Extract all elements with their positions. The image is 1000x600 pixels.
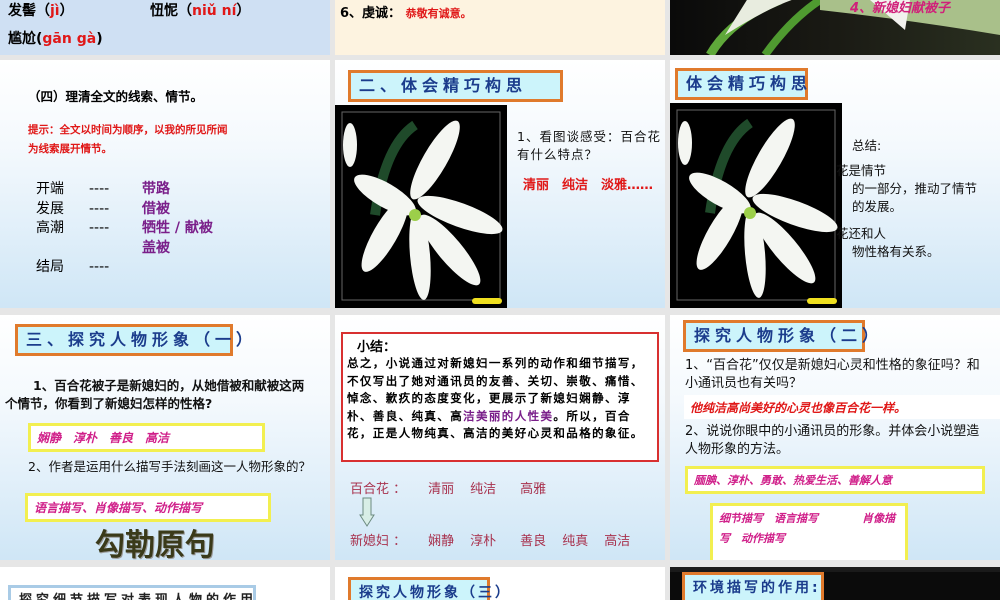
plot-stage: 结局: [36, 259, 64, 275]
plot-stage: 高潮: [36, 220, 64, 236]
summary-line: 的一部分，推动了情节: [852, 181, 978, 196]
lily-image: [335, 105, 507, 308]
hint-line-2: 为线索展开情节。: [28, 143, 112, 155]
slide-title: 探究人物形象（三）: [348, 577, 509, 600]
lily-icon: [676, 109, 838, 304]
vocab-line-1: 发髻（jì）: [8, 3, 74, 19]
slide-thumbnail-conclusion[interactable]: 小结： 总之，小说通过对新媳妇一系列的动作和细节描写，不仅写出了她对通讯员的友善…: [335, 315, 665, 560]
answer-1-band: 他纯洁高尚美好的心灵也像百合花一样。: [684, 395, 1000, 419]
plot-row: 开端 ---- 带路: [36, 180, 286, 200]
slide-thumbnail-definition[interactable]: 6、虔诚： 恭敬有诚意。: [335, 0, 665, 55]
plot-dash: ----: [89, 220, 110, 236]
conclusion-text: 总之，小说通过对新媳妇一系列的动作和细节描写，不仅写出了她对通讯员的友善、关切、…: [347, 356, 644, 440]
conclusion-box: 小结： 总之，小说通过对新媳妇一系列的动作和细节描写，不仅写出了她对通讯员的友善…: [341, 332, 659, 462]
plot-list: 开端 ---- 带路发展 ---- 借被高潮 ---- 牺牲 / 献被 盖被结局 ----: [36, 180, 286, 278]
down-arrow-icon: [359, 497, 375, 527]
photo-caption: 4、新媳妇献被子: [850, 1, 951, 16]
plot-row: 高潮 ---- 牺牲 / 献被: [36, 219, 286, 239]
slide-thumbnail-environment[interactable]: 环境描写的作用:: [670, 567, 1000, 600]
slide-title: 环境描写的作用:: [682, 572, 824, 600]
plot-row: 发展 ---- 借被: [36, 200, 286, 220]
answer-3-box: 细节描写 语言描写 肖像描写 动作描写: [710, 503, 908, 560]
wife-traits-row: 新媳妇 ：娴静 淳朴 善良 纯真 高洁: [350, 534, 631, 549]
vocab-line-2: 忸怩（niǔ ní）: [150, 3, 251, 19]
plot-event: 借被: [142, 200, 170, 217]
plot-row: 结局 ----: [36, 258, 286, 278]
question-1: 1、百合花被子是新媳妇的，从她借被和献被这两个情节，你看到了新媳妇怎样的性格?: [5, 378, 305, 411]
slide-thumbnail-structure[interactable]: 二、体会精巧构思 1、看图谈感受：百合花有什么特点？ 清丽 纯洁 淡雅……: [335, 60, 665, 308]
slide-title: 三、探究人物形象（一）: [15, 324, 252, 356]
summary-line: 物性格有关系。: [852, 244, 940, 259]
slide-thumbnail-summary[interactable]: 体会精巧构思 总结: 花是情节 的一部分，推动了情节 的发展。 花还和人 物性格…: [670, 60, 1000, 308]
answer-2-box: 语言描写、肖像描写、动作描写: [25, 493, 271, 522]
summary-line: 的发展。: [852, 199, 903, 214]
answer-2-box: 腼腆、淳朴、勇敢、热爱生活、善解人意: [685, 466, 985, 494]
plot-stage: 开端: [36, 181, 64, 197]
plot-dash: ----: [89, 259, 110, 275]
slide-title: 体会精巧构思: [675, 68, 808, 100]
lily-traits-row: 百合花 ：清丽 纯洁 高雅: [350, 482, 547, 497]
slide-thumbnail-character-1[interactable]: 三、探究人物形象（一） 1、百合花被子是新媳妇的，从她借被和献被这两个情节，你看…: [0, 315, 330, 560]
answer-1-box: 娴静 淳朴 善良 高洁: [28, 423, 265, 452]
slide-title: 二、体会精巧构思: [348, 70, 563, 102]
slide-thumbnail-lily-photo[interactable]: 4、新媳妇献被子: [670, 0, 1000, 55]
lily-image: [670, 103, 842, 308]
summary-line: 花是情节: [836, 163, 887, 178]
plot-row: 盖被: [36, 239, 286, 259]
slide-thumbnail-detail[interactable]: 探究细节描写对表现人物的作用: [0, 567, 330, 600]
summary-line: 花还和人: [836, 226, 887, 241]
plot-event: 牺牲 / 献被: [142, 220, 213, 236]
question-text: 1、看图谈感受：百合花有什么特点？: [517, 129, 661, 162]
hint-line-1: 提示：全文以时间为顺序，以我的所见所闻: [28, 124, 228, 136]
conclusion-heading: 小结：: [357, 340, 397, 355]
slide-title: 探究人物形象（二）: [683, 320, 878, 352]
slide-thumbnail-plot[interactable]: （四）理清全文的线索、情节。 提示：全文以时间为顺序，以我的所见所闻 为线索展开…: [0, 60, 330, 308]
plot-event: 盖被: [142, 239, 170, 256]
plot-stage: 发展: [36, 200, 64, 217]
question-2: 2、作者是运用什么描写手法刻画这一人物形象的？: [28, 459, 311, 474]
plot-event: 带路: [142, 181, 170, 197]
slide-thumbnail-vocab[interactable]: 发髻（jì） 忸怩（niǔ ní） 尴尬(gān gà): [0, 0, 330, 55]
lily-stem-photo: [706, 0, 1000, 55]
plot-dash: ----: [89, 200, 110, 217]
lily-icon: [341, 111, 503, 304]
slide-title: （四）理清全文的线索、情节。: [28, 89, 204, 104]
plot-dash: ----: [89, 181, 110, 197]
vocab-line-3: 尴尬(gān gà): [8, 31, 103, 47]
slide-thumbnail-character-3[interactable]: 探究人物形象（三）: [335, 567, 665, 600]
answer-text: 清丽 纯洁 淡雅……: [523, 178, 654, 193]
slide-title: 探究细节描写对表现人物的作用: [8, 585, 256, 600]
slide-thumbnail-character-2[interactable]: 探究人物形象（二） 1、“百合花”仅仅是新媳妇心灵和性格的象征吗？和小通讯员也有…: [670, 315, 1000, 560]
summary-label: 总结:: [852, 138, 882, 153]
definition-line: 6、虔诚： 恭敬有诚意。: [340, 6, 472, 21]
calligraphy-heading: 勾勒原句: [95, 528, 215, 560]
question-1: 1、“百合花”仅仅是新媳妇心灵和性格的象征吗？和小通讯员也有关吗？: [685, 358, 980, 391]
question-2: 2、说说你眼中的小通讯员的形象。并体会小说塑造人物形象的方法。: [685, 424, 980, 457]
